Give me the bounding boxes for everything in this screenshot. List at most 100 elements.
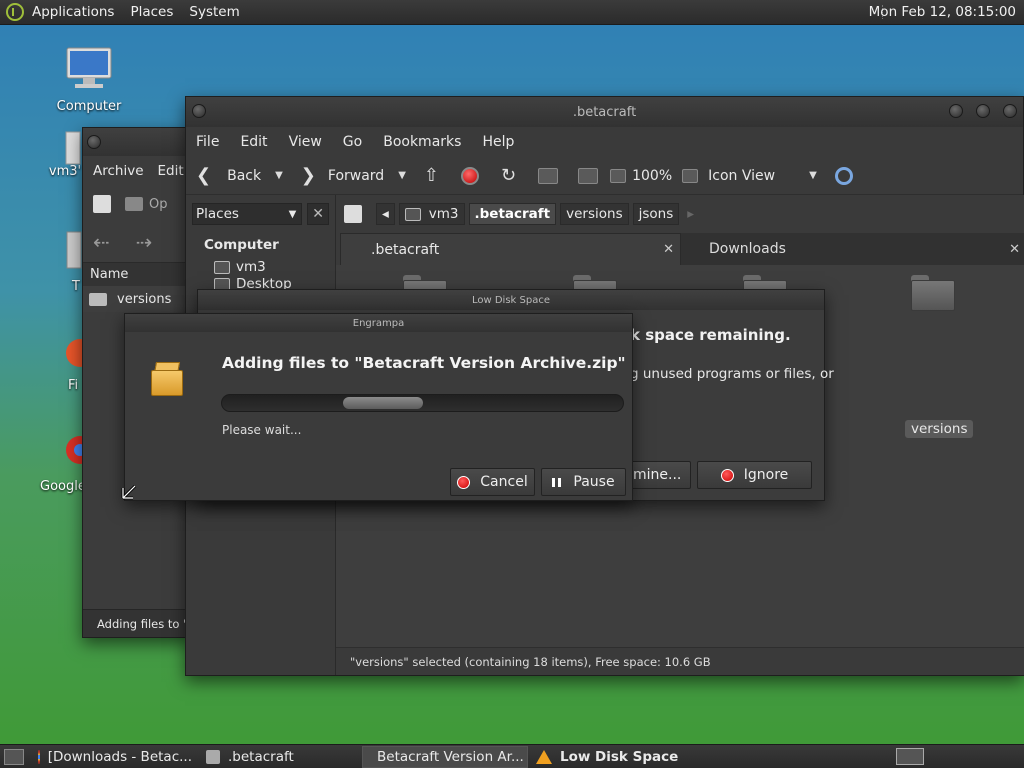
tab-betacraft[interactable]: .betacraft ✕ <box>340 233 681 265</box>
desktop-icon-computer[interactable]: Computer <box>54 46 124 114</box>
sidebar-item-label: vm3 <box>236 259 266 275</box>
stop-icon[interactable] <box>461 166 479 185</box>
taskbar-item-low-disk[interactable]: Low Disk Space <box>530 746 690 768</box>
desktop-icon-trash[interactable]: T <box>60 230 84 294</box>
new-archive-icon[interactable] <box>93 195 111 213</box>
path-scroll-left-icon[interactable]: ◂ <box>376 203 395 225</box>
home-icon[interactable] <box>538 167 559 184</box>
desktop-icon-home[interactable]: vm3' <box>48 128 82 179</box>
taskbar: [Downloads - Betac... .betacraft Betacra… <box>0 744 1024 768</box>
desktop-icon-chrome[interactable]: Google <box>38 430 94 494</box>
path-button-jsons[interactable]: jsons <box>632 203 680 225</box>
forward-dropdown-icon[interactable]: ▼ <box>398 170 406 181</box>
reload-icon[interactable]: ↻ <box>501 165 516 186</box>
list-item-label: versions <box>117 291 172 307</box>
folder-icon[interactable] <box>911 275 955 311</box>
archive-navrow: ⇠ ⇢ <box>83 222 191 262</box>
low-disk-titlebar[interactable]: Low Disk Space <box>198 290 824 310</box>
edit-menu[interactable]: Edit <box>240 134 267 150</box>
cursor-icon <box>121 484 137 500</box>
bookmarks-menu[interactable]: Bookmarks <box>383 134 461 150</box>
applications-menu[interactable]: Applications <box>32 4 114 20</box>
close-tab-icon[interactable]: ✕ <box>663 242 674 257</box>
forward-arrow-icon[interactable]: ⇢ <box>136 230 153 254</box>
view-mode-dropdown-icon[interactable]: ▼ <box>809 170 817 181</box>
forward-label: Forward <box>327 167 385 184</box>
desktop-icon-firefox[interactable]: Fi <box>60 333 94 393</box>
window-menu-button[interactable] <box>87 135 101 149</box>
back-button[interactable]: ❮ Back ▼ <box>196 165 291 186</box>
progress-status: Please wait... <box>222 423 302 437</box>
close-button[interactable] <box>1003 104 1017 118</box>
back-arrow-icon: ❮ <box>196 165 212 186</box>
engrampa-titlebar[interactable]: Engrampa <box>125 314 632 332</box>
view-mode-select[interactable]: Icon View <box>708 168 775 184</box>
forward-button[interactable]: ❯ Forward ▼ <box>301 165 414 186</box>
system-menu[interactable]: System <box>189 4 239 20</box>
pathbar: ◂ vm3 .betacraft versions jsons ▸ <box>336 195 1024 233</box>
file-menu[interactable]: File <box>196 134 219 150</box>
zoom-out-icon[interactable] <box>610 168 627 183</box>
taskbar-item-archive[interactable]: Betacraft Version Ar... <box>362 745 528 768</box>
edit-location-icon[interactable] <box>344 205 362 223</box>
open-label[interactable]: Op <box>149 197 167 212</box>
tab-label: .betacraft <box>371 241 440 258</box>
window-menu-button[interactable] <box>192 104 206 118</box>
close-sidebar-icon[interactable]: ✕ <box>307 203 329 225</box>
ignore-button[interactable]: Ignore <box>697 461 812 489</box>
archive-menubar: Archive Edit <box>83 156 191 186</box>
sidebar-item-vm3[interactable]: vm3 <box>186 253 335 275</box>
taskbar-item-betacraft[interactable]: .betacraft <box>200 746 360 768</box>
desktop-icon-label: T <box>72 279 80 294</box>
low-disk-message: g unused programs or files, or <box>630 366 834 382</box>
mate-logo-icon[interactable] <box>6 3 24 21</box>
list-item[interactable]: versions <box>83 286 191 312</box>
firefox-icon <box>66 339 94 367</box>
path-scroll-right-icon[interactable]: ▸ <box>687 206 694 222</box>
show-desktop-icon[interactable] <box>4 748 24 765</box>
path-button-betacraft[interactable]: .betacraft <box>468 203 557 225</box>
selected-folder-label[interactable]: versions <box>905 420 974 438</box>
view-menu[interactable]: View <box>289 134 322 150</box>
close-tab-icon[interactable]: ✕ <box>1009 242 1020 257</box>
cancel-label: Cancel <box>480 474 528 490</box>
zoom-in-icon[interactable] <box>682 168 699 183</box>
up-arrow-icon[interactable]: ⇧ <box>424 165 439 186</box>
minimize-button[interactable] <box>949 104 963 118</box>
open-archive-icon[interactable] <box>125 197 143 211</box>
desktop-icon <box>214 277 230 289</box>
cancel-button[interactable]: Cancel <box>450 468 535 496</box>
places-selector-label: Places <box>196 206 239 222</box>
go-menu[interactable]: Go <box>343 134 362 150</box>
pause-button[interactable]: Pause <box>541 468 626 496</box>
tab-bar: .betacraft ✕ Downloads ✕ <box>336 233 1024 265</box>
taskbar-item-downloads[interactable]: [Downloads - Betac... <box>32 746 198 768</box>
clock[interactable]: Mon Feb 12, 08:15:00 <box>869 4 1016 20</box>
back-arrow-icon[interactable]: ⇠ <box>93 230 110 254</box>
path-button-versions[interactable]: versions <box>560 203 629 225</box>
sidebar-item-desktop[interactable]: Desktop <box>186 275 335 289</box>
path-home-button[interactable]: vm3 <box>398 203 465 225</box>
computer-icon[interactable] <box>578 167 599 184</box>
back-dropdown-icon[interactable]: ▼ <box>275 170 283 181</box>
archive-menu[interactable]: Archive <box>93 163 144 179</box>
maximize-button[interactable] <box>976 104 990 118</box>
edit-menu[interactable]: Edit <box>158 163 184 179</box>
workspace-switcher-icon[interactable] <box>896 748 924 765</box>
column-header-name[interactable]: Name <box>83 262 191 286</box>
forward-arrow-icon: ❯ <box>300 165 316 186</box>
search-icon[interactable] <box>834 166 853 185</box>
places-menu[interactable]: Places <box>130 4 173 20</box>
archive-titlebar[interactable] <box>83 128 191 156</box>
places-selector[interactable]: Places ▼ <box>192 203 303 225</box>
home-folder-icon <box>65 131 81 165</box>
ignore-icon <box>720 468 734 482</box>
file-manager-titlebar[interactable]: .betacraft <box>186 97 1023 127</box>
tab-downloads[interactable]: Downloads ✕ <box>681 233 1024 265</box>
pause-label: Pause <box>573 474 615 490</box>
cancel-icon <box>457 475 471 489</box>
zoom-level[interactable]: 100% <box>632 168 672 184</box>
dialog-title: Low Disk Space <box>471 294 550 306</box>
help-menu[interactable]: Help <box>482 134 514 150</box>
examine-label: mine... <box>633 467 682 483</box>
